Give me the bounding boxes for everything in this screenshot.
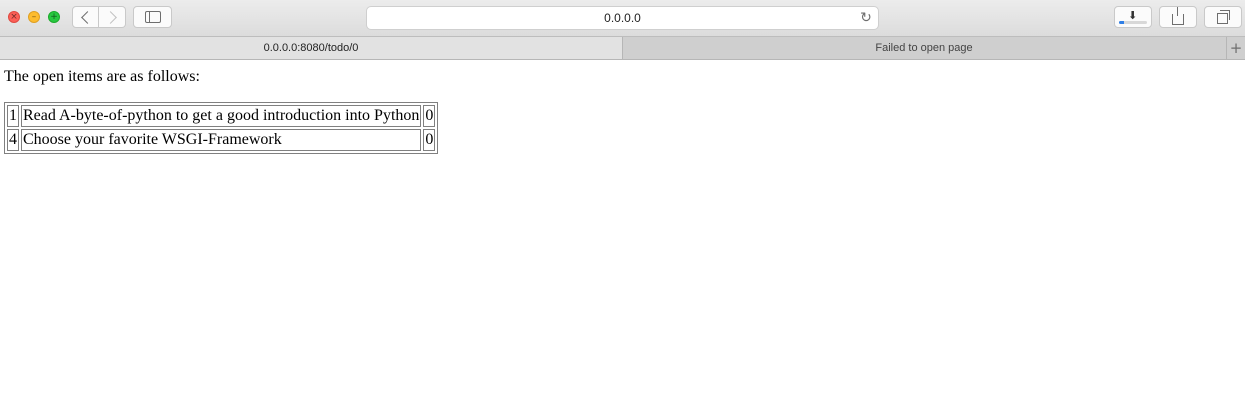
minimize-window-button[interactable]: – (28, 11, 40, 23)
table-row: 4 Choose your favorite WSGI-Framework 0 (7, 129, 436, 151)
close-window-button[interactable]: × (8, 11, 20, 23)
tabs-overview-icon (1216, 9, 1230, 24)
close-icon: × (10, 12, 18, 22)
address-text[interactable]: 0.0.0.0 (367, 11, 878, 25)
row-id: 1 (7, 105, 19, 127)
tab-failed[interactable]: Failed to open page (623, 37, 1225, 59)
maximize-window-button[interactable]: + (48, 11, 60, 23)
address-bar[interactable]: 0.0.0.0 ↻ (366, 6, 879, 30)
downloads-button[interactable]: ⬇ (1114, 6, 1152, 28)
tabs-overview-button[interactable] (1204, 6, 1242, 28)
forward-icon (104, 10, 117, 24)
page-content: The open items are as follows: 1 Read A-… (0, 60, 1245, 405)
row-task: Choose your favorite WSGI-Framework (21, 129, 422, 151)
row-task: Read A-byte-of-python to get a good intr… (21, 105, 422, 127)
tab-bar: 0.0.0.0:8080/todo/0 Failed to open page … (0, 36, 1245, 60)
tab-todo[interactable]: 0.0.0.0:8080/todo/0 (0, 37, 623, 59)
download-progress-fill (1119, 21, 1125, 24)
intro-text: The open items are as follows: (4, 68, 200, 85)
forward-button[interactable] (99, 6, 126, 28)
sidebar-toggle-button[interactable] (133, 6, 172, 28)
table-row: 1 Read A-byte-of-python to get a good in… (7, 105, 436, 127)
download-progress-bar (1119, 21, 1147, 24)
sidebar-icon (144, 11, 161, 23)
row-status: 0 (423, 105, 436, 127)
maximize-icon: + (50, 12, 58, 22)
navigation-buttons (72, 6, 126, 28)
minimize-icon: – (31, 12, 37, 22)
back-button[interactable] (72, 6, 99, 28)
row-status: 0 (423, 129, 436, 151)
row-id: 4 (7, 129, 19, 151)
share-icon (1172, 6, 1184, 25)
reload-icon[interactable]: ↻ (858, 10, 874, 26)
new-tab-icon[interactable]: + (1226, 37, 1245, 59)
share-button[interactable] (1159, 6, 1197, 28)
todo-table: 1 Read A-byte-of-python to get a good in… (4, 102, 439, 154)
browser-toolbar: × – + 0.0.0.0 ↻ ⬇ (0, 0, 1245, 36)
back-icon (80, 10, 94, 24)
